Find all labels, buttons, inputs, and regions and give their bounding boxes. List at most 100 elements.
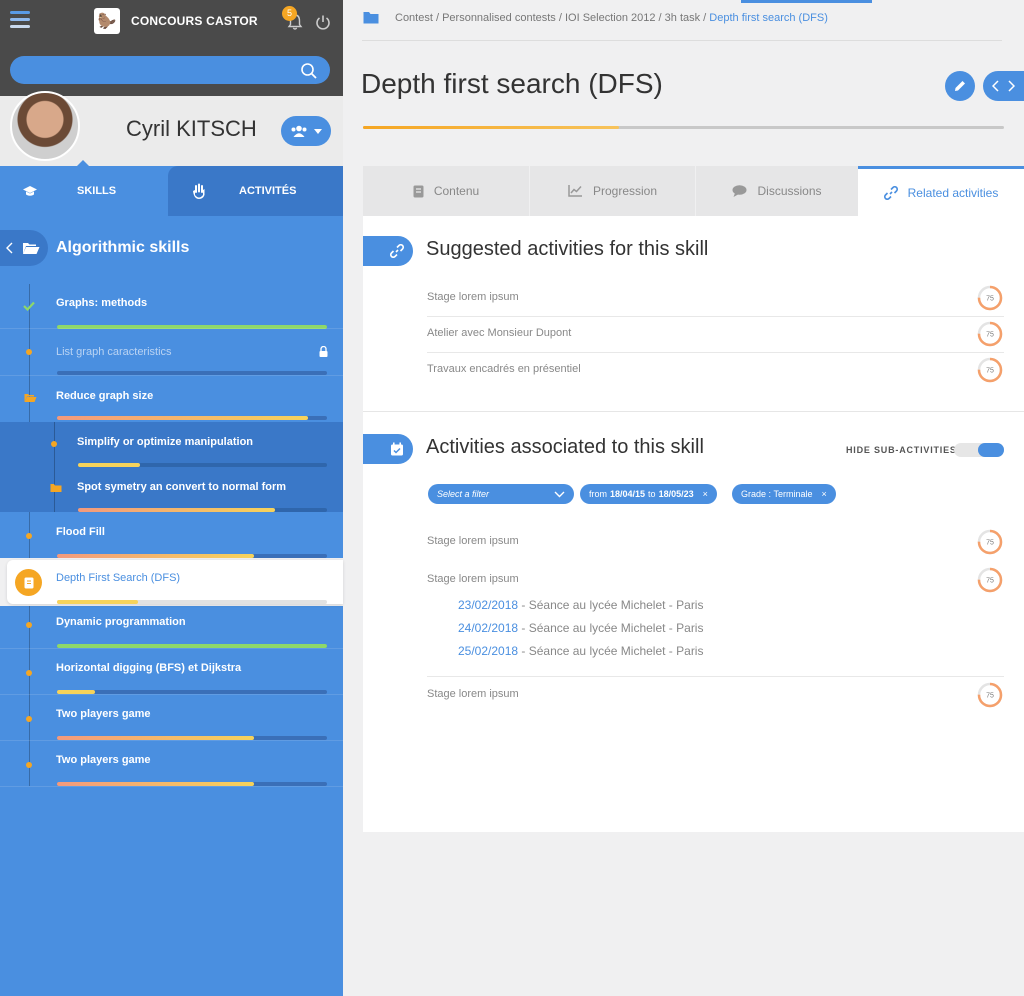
section-icon-pill <box>363 434 413 464</box>
tab-contenu[interactable]: Contenu <box>363 166 529 216</box>
graduation-cap-icon <box>23 186 37 196</box>
skill-label: Dynamic programmation <box>56 616 186 628</box>
score-ring: 75 <box>977 567 1003 593</box>
session-date[interactable]: 24/02/2018 <box>458 621 518 635</box>
section-title: Suggested activities for this skill <box>426 238 709 260</box>
activity-label: Stage lorem ipsum <box>427 688 519 700</box>
filter-select[interactable]: Select a filter <box>428 484 574 504</box>
session-date[interactable]: 25/02/2018 <box>458 644 518 658</box>
chat-icon <box>732 185 747 197</box>
status-dot <box>26 716 32 722</box>
skill-category-header[interactable]: Algorithmic skills <box>0 230 343 266</box>
content-tabs: Contenu Progression Discussions Related … <box>363 166 1024 216</box>
chip-text: to <box>648 489 656 499</box>
castor-logo-icon: 🦫 <box>94 8 120 34</box>
date-filter-chip[interactable]: from 18/04/15 to 18/05/23 × <box>580 484 717 504</box>
skill-item[interactable]: Two players game <box>0 694 343 740</box>
session-item[interactable]: 24/02/2018 - Séance au lycée Michelet - … <box>458 621 703 635</box>
skill-label: Depth First Search (DFS) <box>56 572 181 584</box>
activity-row[interactable]: Stage lorem ipsum <box>427 291 1004 303</box>
skill-label: Graphs: methods <box>56 297 148 309</box>
score-value: 75 <box>986 332 994 339</box>
book-icon <box>15 569 42 596</box>
activity-row[interactable]: Stage lorem ipsum <box>427 688 1004 700</box>
activity-row[interactable]: Stage lorem ipsum <box>427 535 1004 547</box>
tab-activities[interactable]: ACTIVITÉS <box>168 166 343 216</box>
score-value: 75 <box>986 540 994 547</box>
tab-label: Contenu <box>433 184 480 198</box>
session-item[interactable]: 25/02/2018 - Séance au lycée Michelet - … <box>458 644 703 658</box>
chevron-down-icon <box>554 491 565 497</box>
activity-row[interactable]: Travaux encadrés en présentiel <box>427 363 1004 375</box>
toggle-label: HIDE SUB-ACTIVITIES <box>846 445 957 455</box>
tab-skills-label: SKILLS <box>77 185 117 197</box>
folder-icon <box>50 484 62 492</box>
skill-label: Spot symetry an convert to normal form <box>77 481 287 493</box>
skill-item[interactable]: Graphs: methods <box>0 282 343 329</box>
search-icon[interactable] <box>300 62 318 80</box>
group-button[interactable] <box>281 116 331 146</box>
skill-label: Horizontal digging (BFS) et Dijkstra <box>56 662 242 674</box>
tab-discussions[interactable]: Discussions <box>696 166 858 216</box>
skill-label: Reduce graph size <box>56 390 154 402</box>
status-dot <box>26 622 32 628</box>
tab-label: Discussions <box>757 184 822 198</box>
activity-row[interactable]: Atelier avec Monsieur Dupont <box>427 327 1004 339</box>
session-text: - Séance au lycée Michelet - Paris <box>518 621 704 635</box>
link-icon <box>390 244 404 258</box>
status-dot <box>26 762 32 768</box>
tab-progression[interactable]: Progression <box>530 166 695 216</box>
edit-button[interactable] <box>945 71 975 101</box>
session-text: - Séance au lycée Michelet - Paris <box>518 598 704 612</box>
session-item[interactable]: 23/02/2018 - Séance au lycée Michelet - … <box>458 598 703 612</box>
chevron-left-icon[interactable] <box>991 80 999 92</box>
chip-start-date: 18/04/15 <box>610 489 646 499</box>
skill-item[interactable]: Dynamic programmation <box>0 606 343 652</box>
chart-icon <box>568 185 582 197</box>
status-dot <box>26 533 32 539</box>
avatar[interactable] <box>10 91 80 161</box>
tab-label: Progression <box>592 184 658 198</box>
chip-close-icon[interactable]: × <box>703 489 708 499</box>
top-indicator <box>741 0 872 3</box>
page-progress-bar <box>363 126 1004 129</box>
skill-label: Two players game <box>56 754 151 766</box>
skill-item[interactable]: Horizontal digging (BFS) et Dijkstra <box>0 648 343 694</box>
divider <box>362 40 1002 41</box>
item-navigation <box>983 71 1024 101</box>
check-icon <box>23 301 35 311</box>
back-button[interactable] <box>0 230 48 266</box>
chevron-right-icon[interactable] <box>1008 80 1016 92</box>
skill-item[interactable]: Simplify or optimize manipulation <box>0 422 343 467</box>
power-icon[interactable] <box>315 14 331 30</box>
score-ring: 75 <box>977 285 1003 311</box>
menu-icon[interactable] <box>10 11 30 31</box>
skill-item[interactable]: Two players game <box>0 740 343 786</box>
skill-label: List graph caracteristics <box>56 346 172 358</box>
hide-sub-activities-toggle[interactable] <box>954 443 1004 457</box>
skill-progress-bar <box>57 600 327 604</box>
caret-down-icon <box>314 128 322 134</box>
skill-item[interactable]: Flood Fill <box>0 512 343 558</box>
breadcrumb-current: Depth first search (DFS) <box>709 12 828 24</box>
pencil-icon <box>955 81 965 91</box>
section-icon-pill <box>363 236 413 266</box>
skill-item[interactable]: Spot symetry an convert to normal form <box>0 467 343 512</box>
app-title: CONCOURS CASTOR <box>131 14 258 28</box>
activity-row[interactable]: Stage lorem ipsum <box>427 573 1004 585</box>
tab-skills[interactable]: SKILLS <box>0 166 168 216</box>
folder-icon <box>363 12 379 24</box>
chip-text: from <box>589 489 607 499</box>
breadcrumb-path[interactable]: Contest / Personnalised contests / IOI S… <box>395 12 709 24</box>
session-date[interactable]: 23/02/2018 <box>458 598 518 612</box>
skill-item-selected[interactable]: Depth First Search (DFS) <box>7 560 343 604</box>
chip-close-icon[interactable]: × <box>822 489 827 499</box>
grade-filter-chip[interactable]: Grade : Terminale × <box>732 484 836 504</box>
score-ring: 75 <box>977 357 1003 383</box>
score-ring: 75 <box>977 682 1003 708</box>
search-input[interactable] <box>10 56 330 84</box>
link-icon <box>883 185 898 200</box>
score-ring: 75 <box>977 321 1003 347</box>
tab-related-activities[interactable]: Related activities <box>858 166 1024 216</box>
skill-item[interactable]: Reduce graph size <box>0 376 343 422</box>
